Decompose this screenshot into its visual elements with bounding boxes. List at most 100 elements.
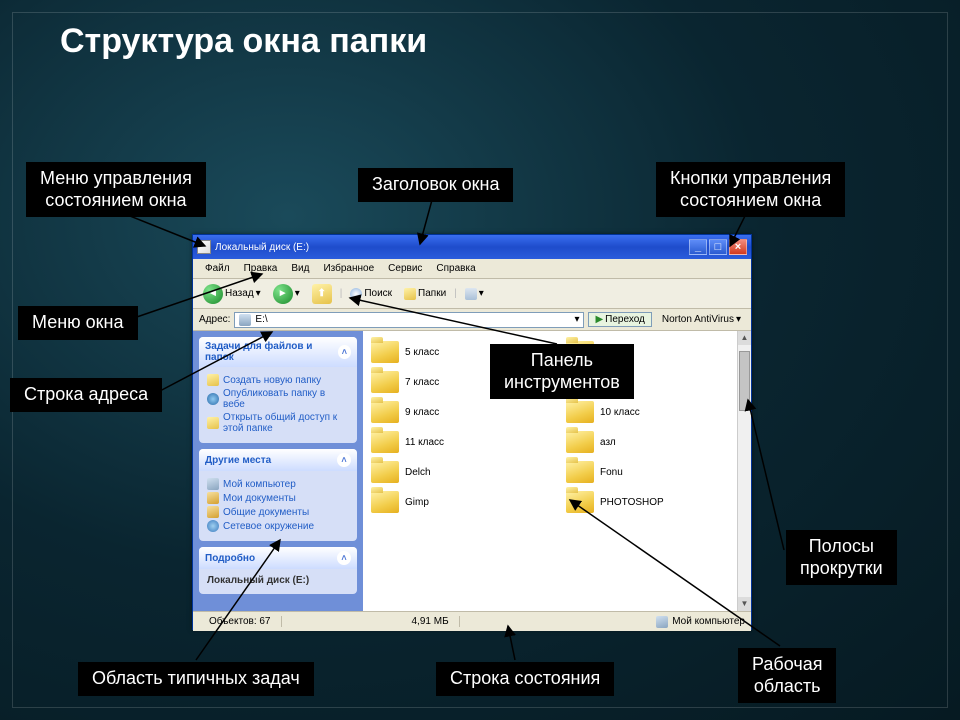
maximize-button[interactable]: □ [709,239,727,255]
folder-icon [566,431,594,453]
panel-header[interactable]: Другие места ˄ [199,449,357,471]
dropdown-icon: ▾ [479,288,484,299]
share-icon [207,417,219,429]
address-label: Адрес: [199,314,230,325]
window-icon[interactable] [197,240,211,254]
sidebar: Задачи для файлов и папок ˄ Создать нову… [193,331,363,611]
panel-header[interactable]: Задачи для файлов и папок ˄ [199,337,357,367]
place-mydocs[interactable]: Мои документы [207,491,349,505]
slide-title: Структура окна папки [60,22,427,61]
folder-icon [371,341,399,363]
menu-bar: Файл Правка Вид Избранное Сервис Справка [193,259,751,279]
globe-icon [207,393,219,405]
label-work-area: Рабочая область [738,648,836,703]
label-scrollbars: Полосы прокрутки [786,530,897,585]
folder-icon [566,401,594,423]
forward-button[interactable]: ► ▾ [269,282,304,306]
forward-icon: ► [273,284,293,304]
list-item[interactable]: Gimp [367,489,552,515]
views-button[interactable]: ▾ [461,286,488,302]
folder-icon [371,371,399,393]
address-value: E:\ [255,314,267,325]
views-icon [465,288,477,300]
back-button[interactable]: ◄ Назад ▾ [199,282,265,306]
toolbar: ◄ Назад ▾ ► ▾ ⬆ | Поиск Папки | ▾ [193,279,751,309]
panel-tasks: Задачи для файлов и папок ˄ Создать нову… [199,337,357,443]
go-button[interactable]: ▶ Переход [588,312,651,327]
menu-tools[interactable]: Сервис [382,261,428,276]
place-network[interactable]: Сетевое окружение [207,519,349,533]
list-item[interactable]: 9 класс [367,399,552,425]
label-window-menu: Меню окна [18,306,138,340]
folder-icon [404,288,416,300]
folder-icon [566,491,594,513]
place-mycomputer[interactable]: Мой компьютер [207,477,349,491]
dropdown-icon[interactable]: ▾ [574,314,579,325]
computer-icon [207,478,219,490]
menu-file[interactable]: Файл [199,261,236,276]
folder-icon [371,461,399,483]
go-icon: ▶ [595,314,603,325]
folders-button[interactable]: Папки [400,286,450,302]
list-item[interactable]: PHOTOSHOP [562,489,747,515]
window-buttons: _ □ × [689,239,747,255]
norton-button[interactable]: Norton AntiVirus ▾ [656,312,745,327]
panel-details: Подробно ˄ Локальный диск (E:) [199,547,357,594]
up-icon: ⬆ [312,284,332,304]
collapse-icon[interactable]: ˄ [337,551,351,565]
collapse-icon[interactable]: ˄ [338,345,351,359]
panel-header[interactable]: Подробно ˄ [199,547,357,569]
list-item[interactable]: Delch [367,459,552,485]
label-title-bar: Заголовок окна [358,168,513,202]
task-share[interactable]: Открыть общий доступ к этой папке [207,411,349,435]
details-text: Локальный диск (E:) [207,575,309,586]
address-bar: Адрес: E:\ ▾ ▶ Переход Norton AntiVirus … [193,309,751,331]
documents-icon [207,492,219,504]
search-icon [350,288,362,300]
drive-icon [239,314,251,326]
scroll-up-icon[interactable]: ▲ [738,331,751,345]
window-title: Локальный диск (E:) [215,242,309,253]
menu-help[interactable]: Справка [430,261,481,276]
status-bar: Объектов: 67 4,91 МБ Мой компьютер [193,611,751,631]
label-tasks-area: Область типичных задач [78,662,314,696]
label-control-buttons: Кнопки управления состоянием окна [656,162,845,217]
scroll-down-icon[interactable]: ▼ [738,597,751,611]
documents-icon [207,506,219,518]
folder-icon [371,491,399,513]
list-item[interactable]: 10 класс [562,399,747,425]
folder-icon [207,374,219,386]
scrollbar-vertical[interactable]: ▲ ▼ [737,331,751,611]
collapse-icon[interactable]: ˄ [337,453,351,467]
place-shareddocs[interactable]: Общие документы [207,505,349,519]
network-icon [207,520,219,532]
label-toolbar: Панель инструментов [490,344,634,399]
list-item[interactable]: 11 класс [367,429,552,455]
list-item[interactable]: азл [562,429,747,455]
close-button[interactable]: × [729,239,747,255]
dropdown-icon: ▾ [295,288,300,299]
up-button[interactable]: ⬆ [308,282,336,306]
titlebar[interactable]: Локальный диск (E:) _ □ × [193,235,751,259]
label-address-bar: Строка адреса [10,378,162,412]
back-icon: ◄ [203,284,223,304]
panel-places: Другие места ˄ Мой компьютер Мои докумен… [199,449,357,541]
search-button[interactable]: Поиск [346,286,396,302]
menu-favorites[interactable]: Избранное [317,261,380,276]
address-field[interactable]: E:\ ▾ [234,312,584,328]
task-publish[interactable]: Опубликовать папку в вебе [207,387,349,411]
scroll-thumb[interactable] [739,351,750,411]
status-objects: Объектов: 67 [199,616,282,627]
task-new-folder[interactable]: Создать новую папку [207,373,349,387]
computer-icon [656,616,668,628]
minimize-button[interactable]: _ [689,239,707,255]
list-item[interactable]: Fonu [562,459,747,485]
menu-edit[interactable]: Правка [238,261,284,276]
status-location: Мой компьютер [672,616,745,627]
folder-icon [371,401,399,423]
folder-icon [371,431,399,453]
folder-window: Локальный диск (E:) _ □ × Файл Правка Ви… [192,234,752,630]
status-size: 4,91 МБ [402,616,460,627]
menu-view[interactable]: Вид [285,261,315,276]
dropdown-icon: ▾ [736,314,741,325]
